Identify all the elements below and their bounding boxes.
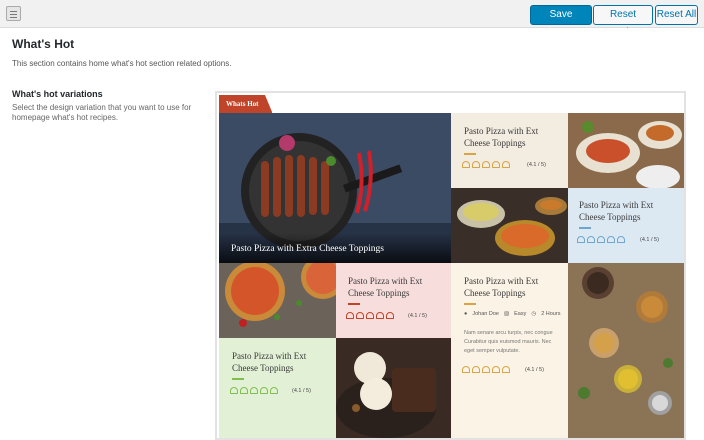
rating-stars	[346, 312, 394, 319]
recipe-meta: ● Johan Doe ▧ Easy ◷ 2 Hours	[464, 311, 560, 317]
rating-value: (4.1 / 5)	[525, 367, 544, 373]
recipe-card-detailed: Pasto Pizza with Ext Cheese Toppings ● Jo…	[451, 263, 568, 438]
whats-hot-variation-preview[interactable]: Whats Hot Pasto Pizza with Extra Cheese …	[215, 91, 686, 440]
rating-value: (4.1 / 5)	[527, 162, 546, 168]
top-bar: Save Changes Reset Section Reset All	[0, 0, 704, 38]
recipe-grid: Pasto Pizza with Extra Cheese Toppings P…	[219, 113, 684, 438]
card-title: Pasto Pizza with Ext Cheese Toppings	[464, 276, 539, 298]
reset-section-button[interactable]: Reset Section	[593, 5, 653, 38]
card-title: Pasto Pizza with Extra Cheese Toppings	[231, 244, 384, 254]
curry-bowls-photo	[451, 188, 568, 263]
spices-photo	[568, 263, 684, 438]
title-underline	[464, 303, 476, 305]
pizza-photo	[219, 263, 336, 338]
title-underline	[348, 303, 360, 305]
section-title: What's Hot	[12, 37, 75, 51]
card-title: Pasto Pizza with Ext Cheese Toppings	[579, 200, 654, 222]
recipe-card-large: Pasto Pizza with Extra Cheese Toppings	[219, 113, 451, 263]
rating-value: (4.1 / 5)	[408, 313, 427, 319]
clock-icon: ◷	[531, 311, 537, 317]
title-underline	[232, 378, 244, 380]
field-description: Select the design variation that you wan…	[12, 103, 192, 122]
rating-value: (4.1 / 5)	[292, 388, 311, 394]
title-underline	[579, 227, 591, 229]
whats-hot-label: Whats Hot	[219, 95, 273, 113]
author-name: Johan Doe	[472, 311, 499, 317]
recipe-card: Pasto Pizza with Ext Cheese Toppings (4.…	[451, 113, 568, 188]
save-changes-button[interactable]: Save Changes	[530, 5, 592, 38]
options-content: What's Hot This section contains home wh…	[0, 28, 704, 440]
author-icon: ●	[464, 311, 468, 317]
salad-photo	[568, 113, 684, 188]
difficulty-icon: ▧	[503, 311, 510, 317]
time-value: 2 Hours	[541, 311, 561, 317]
reset-all-button[interactable]: Reset All	[655, 5, 698, 25]
field-title: What's hot variations	[12, 89, 103, 99]
recipe-card: Pasto Pizza with Ext Cheese Toppings (4.…	[336, 263, 451, 338]
difficulty-value: Easy	[514, 311, 527, 317]
rating-value: (4.1 / 5)	[640, 237, 659, 243]
card-title: Pasto Pizza with Ext Cheese Toppings	[232, 351, 307, 373]
menu-toggle-icon[interactable]	[6, 6, 21, 21]
card-title: Pasto Pizza with Ext Cheese Toppings	[464, 126, 539, 148]
recipe-card: Pasto Pizza with Ext Cheese Toppings (4.…	[219, 338, 336, 438]
rating-stars	[230, 387, 278, 394]
section-description: This section contains home what's hot se…	[12, 59, 232, 68]
rating-stars	[462, 161, 510, 168]
rating-stars	[577, 236, 625, 243]
recipe-card: Pasto Pizza with Ext Cheese Toppings (4.…	[568, 188, 684, 263]
brownie-photo	[336, 338, 451, 438]
title-underline	[464, 153, 476, 155]
card-title: Pasto Pizza with Ext Cheese Toppings	[348, 276, 423, 298]
rating-stars	[462, 366, 510, 373]
recipe-excerpt: Nam senare arcu turpis, nec congue Curab…	[464, 330, 553, 354]
